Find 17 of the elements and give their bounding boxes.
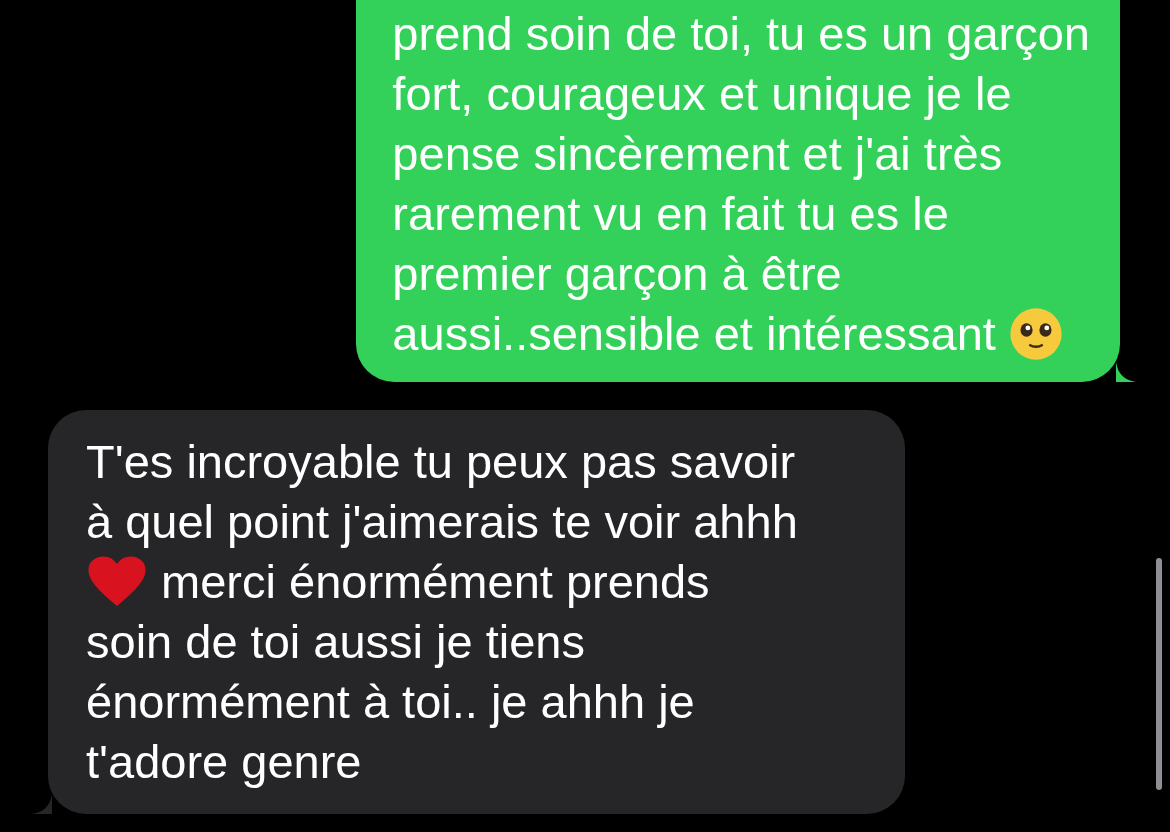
message-text: premier garçon à être: [392, 246, 842, 302]
bubble-tail: [1116, 362, 1136, 382]
heart-icon: [86, 555, 148, 609]
scrollbar-thumb[interactable]: [1156, 558, 1162, 790]
message-text: T'es incroyable tu peux pas savoir: [86, 434, 796, 490]
message-text: fort, courageux et unique je le: [392, 66, 1012, 122]
message-text: soin de toi aussi je tiens: [86, 614, 585, 670]
smiley-icon: [1008, 307, 1063, 361]
message-text: t'adore genre: [86, 734, 362, 790]
message-text: à quel point j'aimerais te voir ahhh: [86, 494, 798, 550]
message-text: rarement vu en fait tu es le: [392, 186, 949, 242]
message-text: pense sincèrement et j'ai très: [392, 126, 1003, 182]
message-text: énormément à toi.. je ahhh je: [86, 674, 695, 730]
message-text: prend soin de toi, tu es un garçon: [392, 6, 1090, 62]
message-text: merci énormément prends: [160, 554, 710, 610]
bubble-tail: [32, 794, 52, 814]
message-text: aussi..sensible et intéressant: [392, 306, 997, 362]
